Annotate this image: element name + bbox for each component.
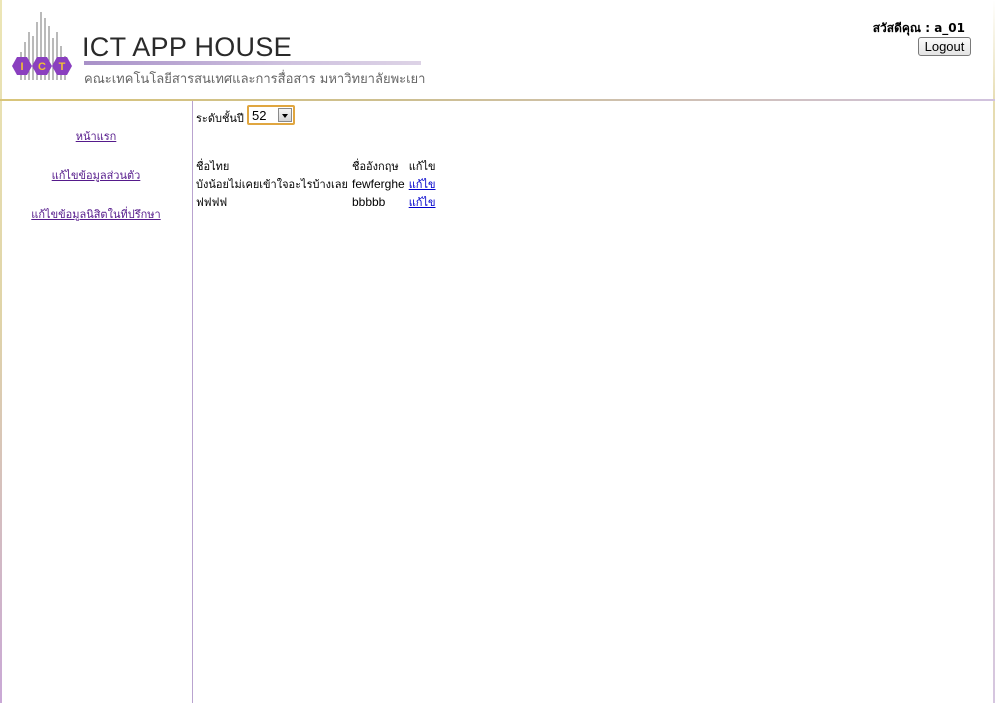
level-label: ระดับชั้นปี [196, 112, 244, 125]
column-header-thai-name: ชื่อไทย [196, 160, 230, 173]
student-table: ชื่อไทย ชื่ออังกฤษ แก้ไข บังน้อยไม่เคยเข… [194, 157, 438, 211]
table-row: บังน้อยไม่เคยเข้าใจอะไรบ้างเลย fewferghe… [194, 175, 438, 193]
svg-text:I: I [20, 61, 23, 73]
main-content: ระดับชั้นปี 52 ชื่อไทย ชื่ออังกฤษ แก้ไข … [193, 101, 993, 701]
column-header-english-name: ชื่ออังกฤษ [351, 160, 399, 173]
english-name-cell: bbbbb [351, 195, 386, 209]
level-select[interactable]: 52 [247, 105, 295, 125]
table-row: ฟฟฟฟ bbbbb แก้ไข [194, 193, 438, 211]
chevron-down-icon[interactable] [278, 108, 292, 122]
site-subtitle: คณะเทคโนโลยีสารสนเทศและการสื่อสาร มหาวิท… [84, 72, 426, 87]
logout-button[interactable]: Logout [918, 37, 971, 56]
english-name-cell: fewferghe [351, 177, 405, 191]
thai-name-cell: บังน้อยไม่เคยเข้าใจอะไรบ้างเลย [196, 178, 348, 191]
user-greeting: สวัสดีคุณ : a_01 [872, 21, 965, 35]
edit-link[interactable]: แก้ไข [409, 196, 436, 209]
svg-text:C: C [38, 61, 46, 73]
site-title: ICT APP HOUSE [82, 32, 292, 62]
sidebar-item-edit-profile[interactable]: แก้ไขข้อมูลส่วนตัว [0, 166, 192, 184]
level-select-value: 52 [252, 108, 267, 123]
sidebar-nav: หน้าแรก แก้ไขข้อมูลส่วนตัว แก้ไขข้อมูลนิ… [0, 101, 192, 703]
svg-text:T: T [59, 61, 66, 73]
table-header-row: ชื่อไทย ชื่ออังกฤษ แก้ไข [194, 157, 438, 175]
page-header: I C T ICT APP HOUSE คณะเทคโนโลยีสารสนเทศ… [0, 0, 995, 100]
column-header-edit: แก้ไข [408, 160, 436, 173]
thai-name-cell: ฟฟฟฟ [196, 196, 228, 209]
edit-link[interactable]: แก้ไข [409, 178, 436, 191]
title-underline [84, 61, 421, 65]
sidebar-item-edit-advisees[interactable]: แก้ไขข้อมูลนิสิตในที่ปรึกษา [0, 205, 192, 223]
sidebar-item-home[interactable]: หน้าแรก [0, 127, 192, 145]
ict-logo: I C T [12, 12, 72, 80]
